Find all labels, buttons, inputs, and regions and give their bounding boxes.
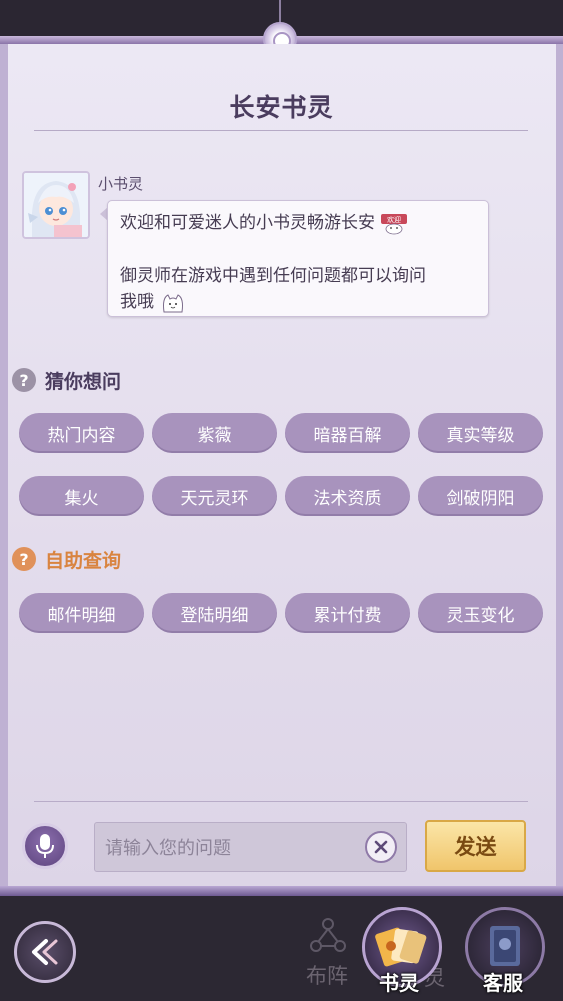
avatar bbox=[22, 171, 90, 239]
microphone-button[interactable] bbox=[22, 823, 68, 869]
quick-question-chip[interactable]: 集火 bbox=[19, 476, 144, 516]
hanging-string bbox=[279, 0, 281, 24]
sender-name: 小书灵 bbox=[98, 175, 144, 193]
panel-edge-right bbox=[556, 44, 563, 889]
self-query-chip[interactable]: 累计付费 bbox=[285, 593, 410, 633]
cat-sticker-icon bbox=[158, 290, 188, 314]
guess-section-title: 猜你想问 bbox=[45, 370, 122, 393]
self-query-chip[interactable]: 登陆明细 bbox=[152, 593, 277, 633]
guess-section-header: ? 猜你想问 bbox=[12, 367, 121, 393]
back-button[interactable] bbox=[14, 921, 76, 983]
quick-question-chip[interactable]: 法术资质 bbox=[285, 476, 410, 516]
message-text-3: 我哦 bbox=[120, 292, 154, 312]
nav-formation-label[interactable]: 布阵 bbox=[306, 960, 348, 990]
clear-input-button[interactable] bbox=[365, 831, 397, 863]
nav-service-label: 客服 bbox=[483, 971, 523, 995]
scroll-rod-bottom bbox=[0, 886, 563, 896]
welcome-sticker-icon: 欢迎 bbox=[379, 211, 409, 235]
microphone-icon bbox=[36, 834, 54, 858]
question-icon: ? bbox=[12, 368, 36, 392]
self-query-chip[interactable]: 邮件明细 bbox=[19, 593, 144, 633]
self-query-section-title: 自助查询 bbox=[45, 549, 122, 572]
quick-question-chip[interactable]: 暗器百解 bbox=[285, 413, 410, 453]
question-input-box[interactable] bbox=[94, 822, 407, 873]
question-input[interactable] bbox=[103, 823, 362, 873]
send-button[interactable]: 发送 bbox=[425, 820, 526, 872]
dialog-panel bbox=[8, 44, 556, 889]
quick-question-chip[interactable]: 紫薇 bbox=[152, 413, 277, 453]
message-text-1: 欢迎和可爱迷人的小书灵畅游长安 bbox=[120, 213, 375, 233]
message-line-1: 欢迎和可爱迷人的小书灵畅游长安 欢迎 bbox=[120, 209, 409, 237]
quick-question-chip[interactable]: 真实等级 bbox=[418, 413, 543, 453]
message-line-3: 我哦 bbox=[120, 288, 188, 316]
panel-edge-left bbox=[0, 44, 8, 889]
quick-question-chip[interactable]: 剑破阴阳 bbox=[418, 476, 543, 516]
self-query-chip[interactable]: 灵玉变化 bbox=[418, 593, 543, 633]
formation-icon bbox=[310, 918, 346, 952]
message-line-2: 御灵师在游戏中遇到任何问题都可以询问 bbox=[120, 266, 426, 286]
page-title: 长安书灵 bbox=[229, 93, 334, 122]
nav-shuling-label: 书灵 bbox=[379, 971, 419, 995]
quick-question-chip[interactable]: 天元灵环 bbox=[152, 476, 277, 516]
close-icon bbox=[374, 840, 388, 854]
input-divider bbox=[34, 801, 528, 802]
back-arrow-icon bbox=[32, 939, 58, 965]
question-icon: ? bbox=[12, 547, 36, 571]
svg-text:欢迎: 欢迎 bbox=[387, 215, 401, 224]
quick-question-chip[interactable]: 热门内容 bbox=[19, 413, 144, 453]
title-divider bbox=[34, 130, 528, 131]
self-query-section-header: ? 自助查询 bbox=[12, 546, 121, 572]
